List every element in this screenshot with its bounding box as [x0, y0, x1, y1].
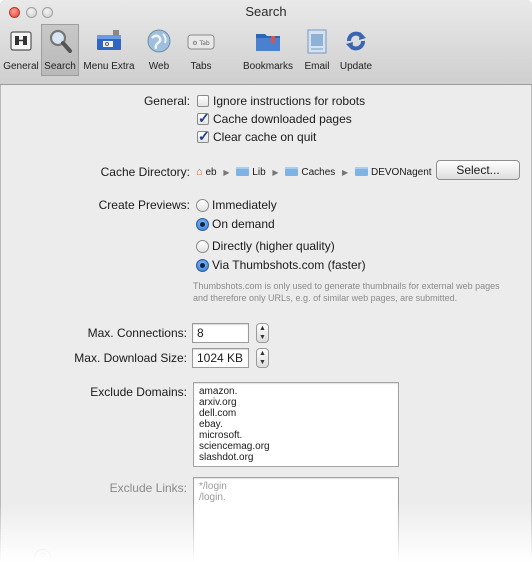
link-item: /login.: [199, 492, 226, 503]
toolbar-tabs[interactable]: ⚙ Tab Tabs: [180, 24, 222, 76]
cache-directory-path[interactable]: ⌂ eb ▶ Lib ▶ Caches ▶ DEVONagent: [196, 166, 432, 178]
globe-icon: [147, 29, 171, 53]
max-download-size-field[interactable]: 1024 KB: [192, 348, 249, 368]
domain-item: amazon.: [199, 386, 238, 397]
path-separator-icon: ▶: [342, 168, 349, 177]
path-separator-icon: ▶: [272, 168, 279, 177]
toolbar-email-label: Email: [304, 61, 330, 72]
titlebar: Search General Search Menu Extra Web ⚙ T…: [0, 0, 532, 85]
preferences-window: Search General Search Menu Extra Web ⚙ T…: [0, 0, 532, 562]
on-demand-radio[interactable]: [196, 218, 209, 231]
toolbar-general-label: General: [3, 61, 39, 72]
cache-pages-checkbox[interactable]: [197, 110, 210, 127]
magnifier-icon: [49, 29, 72, 53]
max-download-size-stepper[interactable]: ▲ ▼: [256, 348, 269, 368]
directly-label: Directly (higher quality): [212, 239, 335, 253]
tabs-icon: ⚙ Tab: [187, 34, 215, 50]
toolbar-general[interactable]: General: [2, 24, 40, 76]
max-connections-stepper[interactable]: ▲ ▼: [256, 323, 269, 343]
folder-icon: [236, 167, 250, 176]
folder-icon: [285, 167, 299, 176]
path-segment: Lib: [252, 167, 266, 178]
path-segment: eb: [205, 167, 217, 178]
clear-cache-checkbox[interactable]: [197, 128, 210, 145]
switch-panel-icon: [10, 31, 32, 51]
domain-item: sciencemag.org: [199, 441, 270, 452]
toolbar-search-label: Search: [44, 61, 76, 72]
toolbar-menu-extra-label: Menu Extra: [83, 61, 135, 72]
clear-cache-label: Clear cache on quit: [213, 130, 317, 144]
cache-pages-label: Cache downloaded pages: [213, 112, 352, 126]
thumbshots-note: Thumbshots.com is only used to generate …: [193, 281, 500, 303]
immediately-label: Immediately: [212, 198, 277, 212]
directly-radio[interactable]: [196, 240, 209, 253]
stepper-down-icon: ▼: [259, 359, 266, 366]
stepper-down-icon: ▼: [259, 334, 266, 341]
folder-icon: [354, 167, 368, 176]
help-button[interactable]: ?: [34, 549, 51, 562]
create-previews-label: Create Previews:: [98, 198, 190, 212]
domain-item: slashdot.org: [199, 452, 254, 463]
exclude-domains-label: Exclude Domains:: [90, 385, 187, 399]
stepper-up-icon: ▲: [259, 350, 266, 357]
menu-bar-icon: [97, 30, 121, 50]
home-icon: ⌂: [196, 166, 203, 178]
domain-item: microsoft.: [199, 430, 243, 441]
bookmarks-folder-icon: [256, 34, 280, 51]
path-segment: DEVONagent: [370, 167, 432, 178]
exclude-links-list[interactable]: */login /login.: [193, 477, 399, 562]
domain-item: dell.com: [199, 408, 237, 419]
cache-directory-label: Cache Directory:: [100, 165, 190, 179]
path-segment: Caches: [301, 167, 336, 178]
domain-item: ebay.: [199, 419, 223, 430]
link-item: */login: [199, 481, 227, 492]
window-title: Search: [245, 4, 287, 19]
toolbar-bookmarks[interactable]: Bookmarks: [240, 24, 296, 76]
toolbar-search[interactable]: Search: [41, 24, 79, 76]
exclude-links-label: Exclude Links:: [109, 481, 187, 495]
toolbar-tabs-label: Tabs: [190, 61, 212, 72]
max-download-size-label: Max. Download Size:: [74, 351, 187, 365]
exclude-domains-list[interactable]: amazon. arxiv.org dell.com ebay. microso…: [193, 382, 399, 467]
max-connections-label: Max. Connections:: [87, 326, 187, 340]
immediately-radio[interactable]: [196, 199, 209, 212]
domain-item: arxiv.org: [199, 397, 237, 408]
select-button[interactable]: Select...: [436, 160, 520, 180]
search-preferences-form: General: Ignore instructions for robots …: [0, 85, 532, 562]
thumbshots-radio[interactable]: [196, 259, 209, 272]
toolbar-menu-extra[interactable]: Menu Extra: [80, 24, 138, 76]
general-label: General:: [143, 94, 190, 108]
update-icon: [346, 31, 366, 51]
email-icon: [307, 29, 327, 54]
toolbar-update-label: Update: [339, 61, 373, 72]
thumbshots-label: Via Thumbshots.com (faster): [212, 258, 366, 272]
toolbar-update[interactable]: Update: [336, 24, 376, 76]
toolbar-web[interactable]: Web: [140, 24, 178, 76]
path-separator-icon: ▶: [223, 168, 230, 177]
ignore-robots-checkbox[interactable]: [197, 95, 209, 107]
toolbar-email[interactable]: Email: [300, 24, 334, 76]
stepper-up-icon: ▲: [259, 325, 266, 332]
on-demand-label: On demand: [212, 217, 275, 231]
toolbar-web-label: Web: [148, 61, 170, 72]
max-connections-field[interactable]: 8: [192, 323, 249, 343]
ignore-robots-label: Ignore instructions for robots: [213, 94, 366, 108]
tabs-icon-text: ⚙ Tab: [192, 40, 210, 47]
toolbar-bookmarks-label: Bookmarks: [242, 61, 293, 72]
